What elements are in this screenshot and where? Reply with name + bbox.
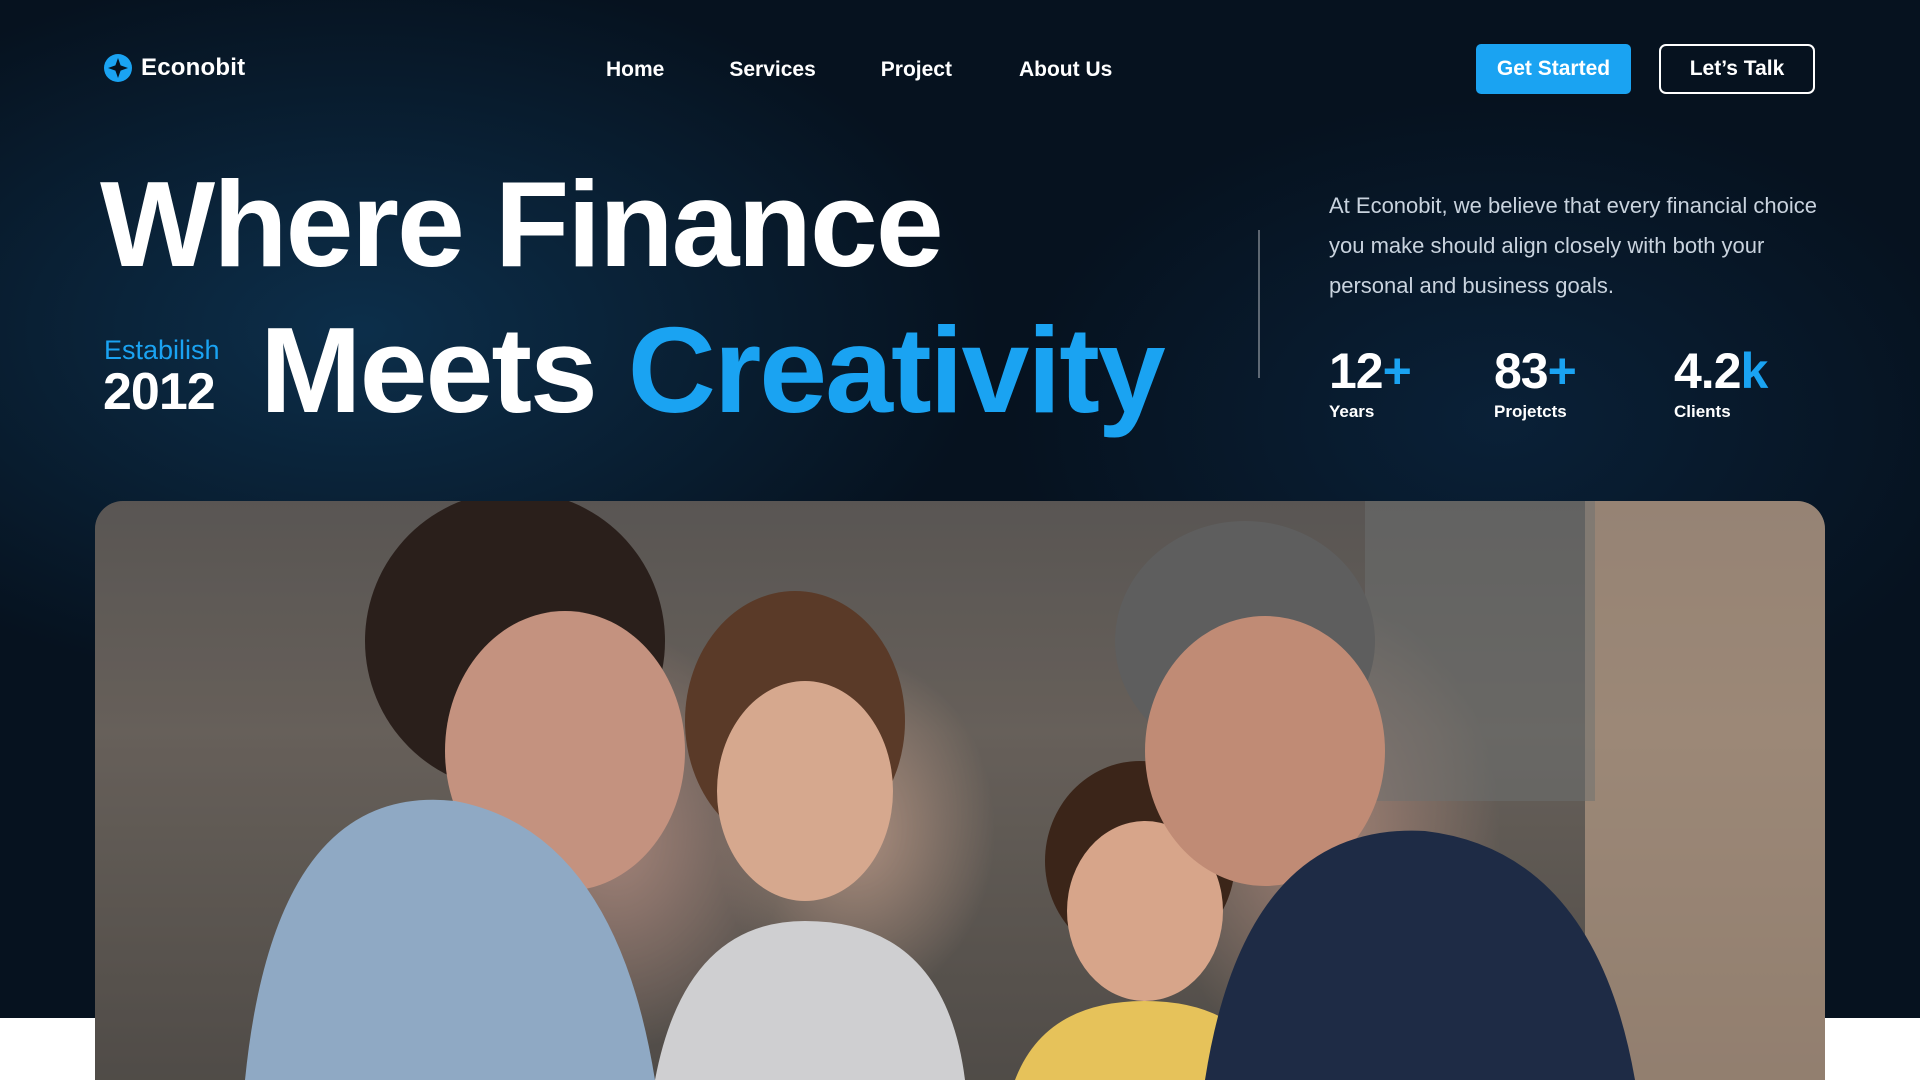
stat-suffix: + <box>1382 343 1412 399</box>
headline-meets: Meets <box>260 302 598 438</box>
get-started-button[interactable]: Get Started <box>1476 44 1631 94</box>
stat-number: 4.2 <box>1674 343 1742 399</box>
vertical-divider <box>1258 230 1260 378</box>
stat-suffix: k <box>1740 343 1769 399</box>
stat-number: 12 <box>1329 343 1384 399</box>
stat-years: 12+ Years <box>1329 343 1412 422</box>
hero-family-photo <box>95 501 1825 1080</box>
established-year: 2012 <box>103 363 216 421</box>
stat-number: 83 <box>1494 343 1549 399</box>
stat-label: Years <box>1329 402 1375 421</box>
stat-value: 83+ <box>1494 343 1577 399</box>
nav-about-us[interactable]: About Us <box>1019 56 1112 84</box>
stat-projects: 83+ Projetcts <box>1494 343 1577 422</box>
stat-label: Clients <box>1674 402 1731 421</box>
photo-illustration <box>95 501 1825 1080</box>
nav-project[interactable]: Project <box>881 56 952 84</box>
nav-home[interactable]: Home <box>606 56 664 84</box>
stat-value: 4.2k <box>1674 343 1769 399</box>
star-badge-icon <box>104 54 132 82</box>
headline-line-1: Where Finance <box>100 156 944 292</box>
lets-talk-button[interactable]: Let’s Talk <box>1659 44 1815 94</box>
stat-clients: 4.2k Clients <box>1674 343 1769 422</box>
main-nav: Home Services Project About Us <box>606 56 1112 84</box>
nav-services[interactable]: Services <box>729 56 815 84</box>
headline-line-2: Meets Creativity <box>260 300 1166 440</box>
intro-paragraph: At Econobit, we believe that every finan… <box>1329 193 1817 298</box>
headline-creativity: Creativity <box>627 302 1166 438</box>
stat-value: 12+ <box>1329 343 1412 399</box>
logo[interactable]: Econobit <box>104 54 245 82</box>
established-label: Estabilish <box>104 335 220 365</box>
stat-label: Projetcts <box>1494 402 1567 421</box>
brand-name: Econobit <box>141 54 246 81</box>
stat-suffix: + <box>1547 343 1577 399</box>
